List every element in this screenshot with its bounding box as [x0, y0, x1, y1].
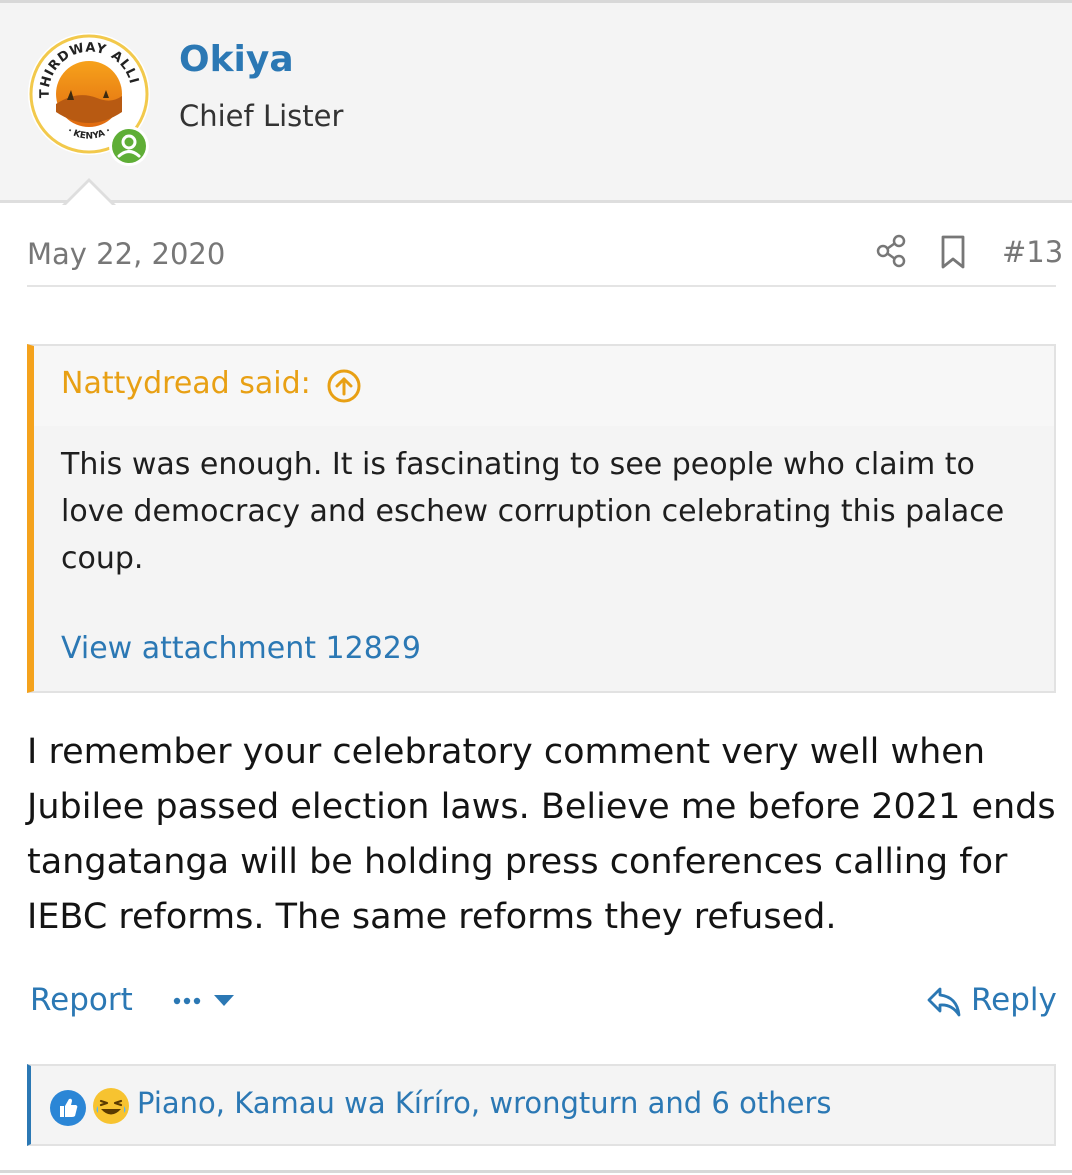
share-icon[interactable] — [875, 234, 907, 268]
bottom-divider — [0, 1170, 1072, 1173]
post-meta: May 22, 2020 #13 — [27, 225, 1063, 287]
message-body: I remember your celebratory comment very… — [27, 732, 1056, 937]
post-number[interactable]: #13 — [1002, 235, 1063, 269]
avatar-wrap: THIRDWAY ALLIANCE · KENYA · — [27, 32, 151, 166]
like-icon[interactable] — [49, 1089, 87, 1127]
quote-block: Nattydread said: This was enough. It is … — [27, 344, 1056, 693]
user-icon — [117, 134, 141, 158]
reaction-users[interactable]: Piano, Kamau wa Kíríro, wrongturn and 6 … — [137, 1086, 831, 1120]
post-date[interactable]: May 22, 2020 — [27, 237, 225, 271]
report-link[interactable]: Report — [30, 982, 133, 1018]
quote-author[interactable]: Nattydread said: — [61, 366, 311, 401]
user-title: Chief Lister — [179, 99, 344, 133]
user-header: THIRDWAY ALLIANCE · KENYA · Okiya Chief … — [0, 3, 1072, 203]
laugh-icon[interactable] — [91, 1086, 131, 1126]
more-options-icon[interactable] — [172, 985, 238, 1017]
quote-header: Nattydread said: — [34, 346, 1054, 426]
reactions-bar: Piano, Kamau wa Kíríro, wrongturn and 6 … — [27, 1064, 1056, 1146]
reply-icon — [927, 987, 961, 1017]
online-status-badge — [109, 126, 149, 166]
attachment-link[interactable]: View attachment 12829 — [61, 631, 421, 666]
quote-body: This was enough. It is fascinating to se… — [61, 447, 1005, 576]
arrow-up-circle-icon[interactable] — [326, 368, 362, 404]
reply-label: Reply — [971, 982, 1057, 1018]
username[interactable]: Okiya — [179, 39, 294, 80]
bookmark-icon[interactable] — [939, 234, 967, 270]
